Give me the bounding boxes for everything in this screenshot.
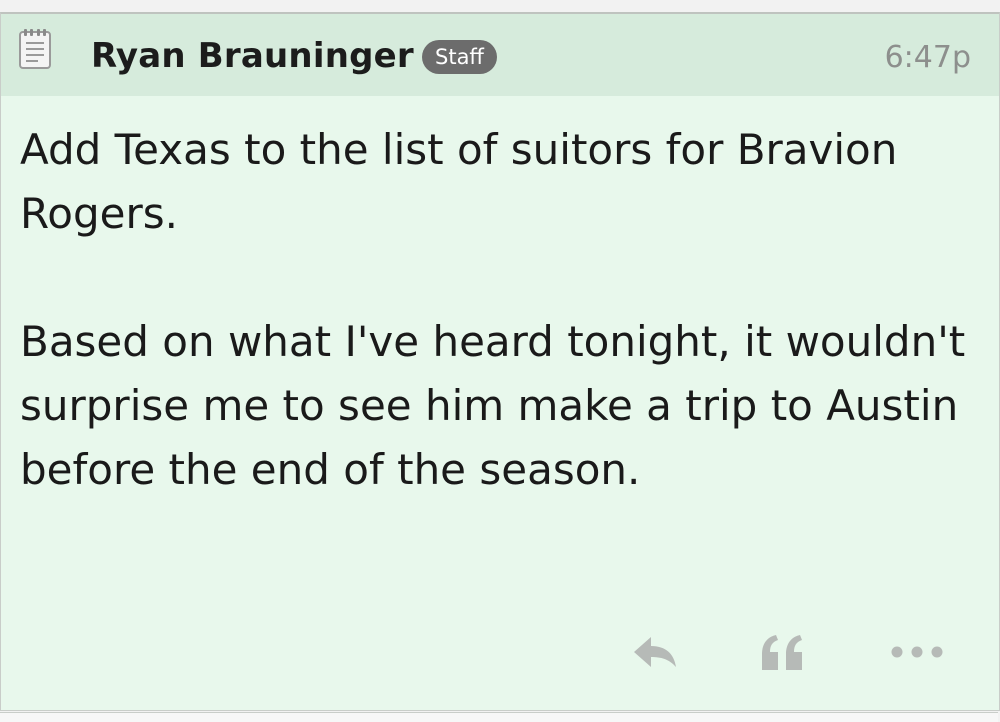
quote-button[interactable] (757, 630, 809, 674)
post-header: Ryan Brauninger Staff 6:47p (1, 14, 999, 96)
reply-button[interactable] (629, 630, 681, 674)
staff-badge: Staff (422, 40, 497, 74)
notepad-icon (18, 28, 52, 70)
more-options-icon (891, 646, 943, 658)
post-card: Ryan Brauninger Staff 6:47p Add Texas to… (0, 12, 1000, 711)
author-name[interactable]: Ryan Brauninger (91, 36, 414, 76)
post-paragraph: Based on what I've heard tonight, it wou… (20, 317, 966, 494)
post-paragraph: Add Texas to the list of suitors for Bra… (20, 125, 898, 238)
post-timestamp: 6:47p (884, 40, 971, 75)
more-options-button[interactable] (887, 630, 947, 674)
post-body: Add Texas to the list of suitors for Bra… (20, 118, 980, 502)
quote-icon (762, 635, 802, 670)
reply-icon (634, 637, 676, 667)
post-actions (1, 630, 999, 674)
